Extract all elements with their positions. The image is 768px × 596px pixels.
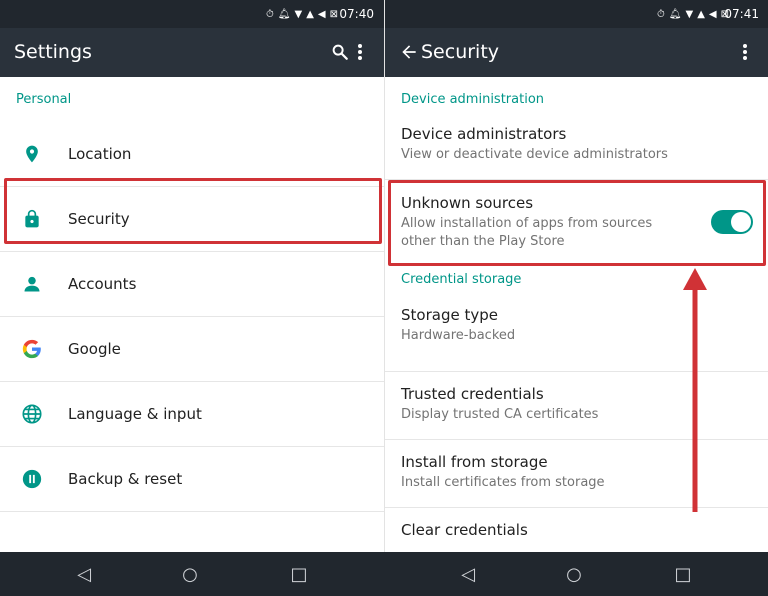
lock-icon [20,207,44,231]
nav-back-button[interactable]: ◁ [64,552,104,596]
more-vert-icon [743,44,747,60]
back-triangle-icon: ◁ [461,563,475,585]
unknown-sources-item[interactable]: Unknown sources Allow installation of ap… [385,180,768,268]
status-time: 07:40 [339,7,374,21]
nav-home-button[interactable]: ○ [554,552,594,596]
navigation-bar: ◁ ○ □ ◁ ○ □ [0,552,768,596]
security-list: Device administration Device administrat… [385,77,768,552]
nav-home-button[interactable]: ○ [170,552,210,596]
storage-type-item[interactable]: Storage type Hardware-backed [385,304,768,372]
settings-item-label: Google [68,340,121,358]
nav-recents-button[interactable]: □ [279,552,319,596]
item-title: Trusted credentials [401,385,544,403]
status-bar: ⏱ 🔔︎ ▼ ▲ ◀ ⊠ 07:40 [0,0,384,28]
security-screen: ⏱ 🔔︎ ▼ ▲ ◀ ⊠ 07:41 Security Device admin… [384,0,768,552]
status-icons: ⏱ 🔔︎ ▼ ▲ ◀ ⊠ [266,0,338,28]
item-title: Storage type [401,306,498,324]
battery-icon: ◀ [317,8,326,20]
section-header-device-administration: Device administration [401,92,545,107]
item-title: Unknown sources [401,194,534,212]
location-pin-icon [20,142,44,166]
settings-item-label: Backup & reset [68,470,183,488]
signal-icon: ▲ [697,8,705,20]
settings-item-security[interactable]: Security [0,187,384,252]
section-header-personal: Personal [16,92,72,107]
alarm-icon: ⏱ [656,8,665,20]
item-subtitle: Hardware-backed [401,328,516,343]
nav-recents-button[interactable]: □ [663,552,703,596]
toggle-knob [731,212,751,232]
app-bar: Security [385,28,768,77]
item-title: Install from storage [401,453,548,471]
signal-icon: ▲ [306,8,314,20]
settings-item-label: Location [68,145,132,163]
unknown-sources-toggle[interactable] [711,210,753,234]
no-data-icon: ⊠ [329,8,338,20]
recents-square-icon: □ [290,563,308,585]
trusted-credentials-item[interactable]: Trusted credentials Display trusted CA c… [385,372,768,440]
install-from-storage-item[interactable]: Install from storage Install certificate… [385,440,768,508]
more-vert-icon [358,44,362,60]
arrow-back-icon [402,45,416,59]
page-title: Security [421,41,500,63]
recents-square-icon: □ [674,563,692,585]
home-circle-icon: ○ [566,563,582,585]
settings-item-google[interactable]: Google [0,317,384,382]
battery-icon: ◀ [708,8,717,20]
item-subtitle-line2: other than the Play Store [401,234,565,249]
item-subtitle: Install certificates from storage [401,475,605,490]
home-circle-icon: ○ [182,563,198,585]
wifi-icon: ▼ [685,8,694,20]
settings-item-label: Accounts [68,275,137,293]
notification-bell-icon: 🔔︎ [277,8,291,20]
settings-item-accounts[interactable]: Accounts [0,252,384,317]
search-icon [332,44,348,60]
settings-screen: ⏱ 🔔︎ ▼ ▲ ◀ ⊠ 07:40 Settings Personal Loc… [0,0,384,552]
notification-bell-icon: 🔔︎ [668,8,682,20]
status-time: 07:41 [724,7,759,21]
settings-item-backup[interactable]: Backup & reset [0,447,384,512]
settings-item-label: Language & input [68,405,202,423]
google-g-icon [20,337,44,361]
settings-list: Personal Location Security Accounts Goog… [0,77,384,512]
settings-item-label: Security [68,210,130,228]
status-icons: ⏱ 🔔︎ ▼ ▲ ◀ ⊠ [657,0,729,28]
more-options-button[interactable] [348,40,372,64]
item-subtitle: Display trusted CA certificates [401,407,599,422]
page-title: Settings [14,41,92,63]
app-bar: Settings [0,28,384,77]
device-administrators-item[interactable]: Device administrators View or deactivate… [385,122,768,180]
alarm-icon: ⏱ [265,8,274,20]
item-title: Clear credentials [401,521,528,539]
back-button[interactable] [397,40,421,64]
status-bar: ⏱ 🔔︎ ▼ ▲ ◀ ⊠ 07:41 [385,0,768,28]
clear-credentials-item[interactable]: Clear credentials [385,508,768,552]
item-title: Device administrators [401,125,567,143]
globe-icon [20,402,44,426]
more-options-button[interactable] [733,40,757,64]
annotation-arrow-icon [683,268,707,512]
back-triangle-icon: ◁ [77,563,91,585]
nav-back-button[interactable]: ◁ [448,552,488,596]
settings-item-location[interactable]: Location [0,122,384,187]
settings-item-language[interactable]: Language & input [0,382,384,447]
section-header-credential-storage: Credential storage [401,272,522,287]
backup-icon [20,467,44,491]
person-icon [20,272,44,296]
wifi-icon: ▼ [294,8,303,20]
item-subtitle: View or deactivate device administrators [401,147,668,162]
